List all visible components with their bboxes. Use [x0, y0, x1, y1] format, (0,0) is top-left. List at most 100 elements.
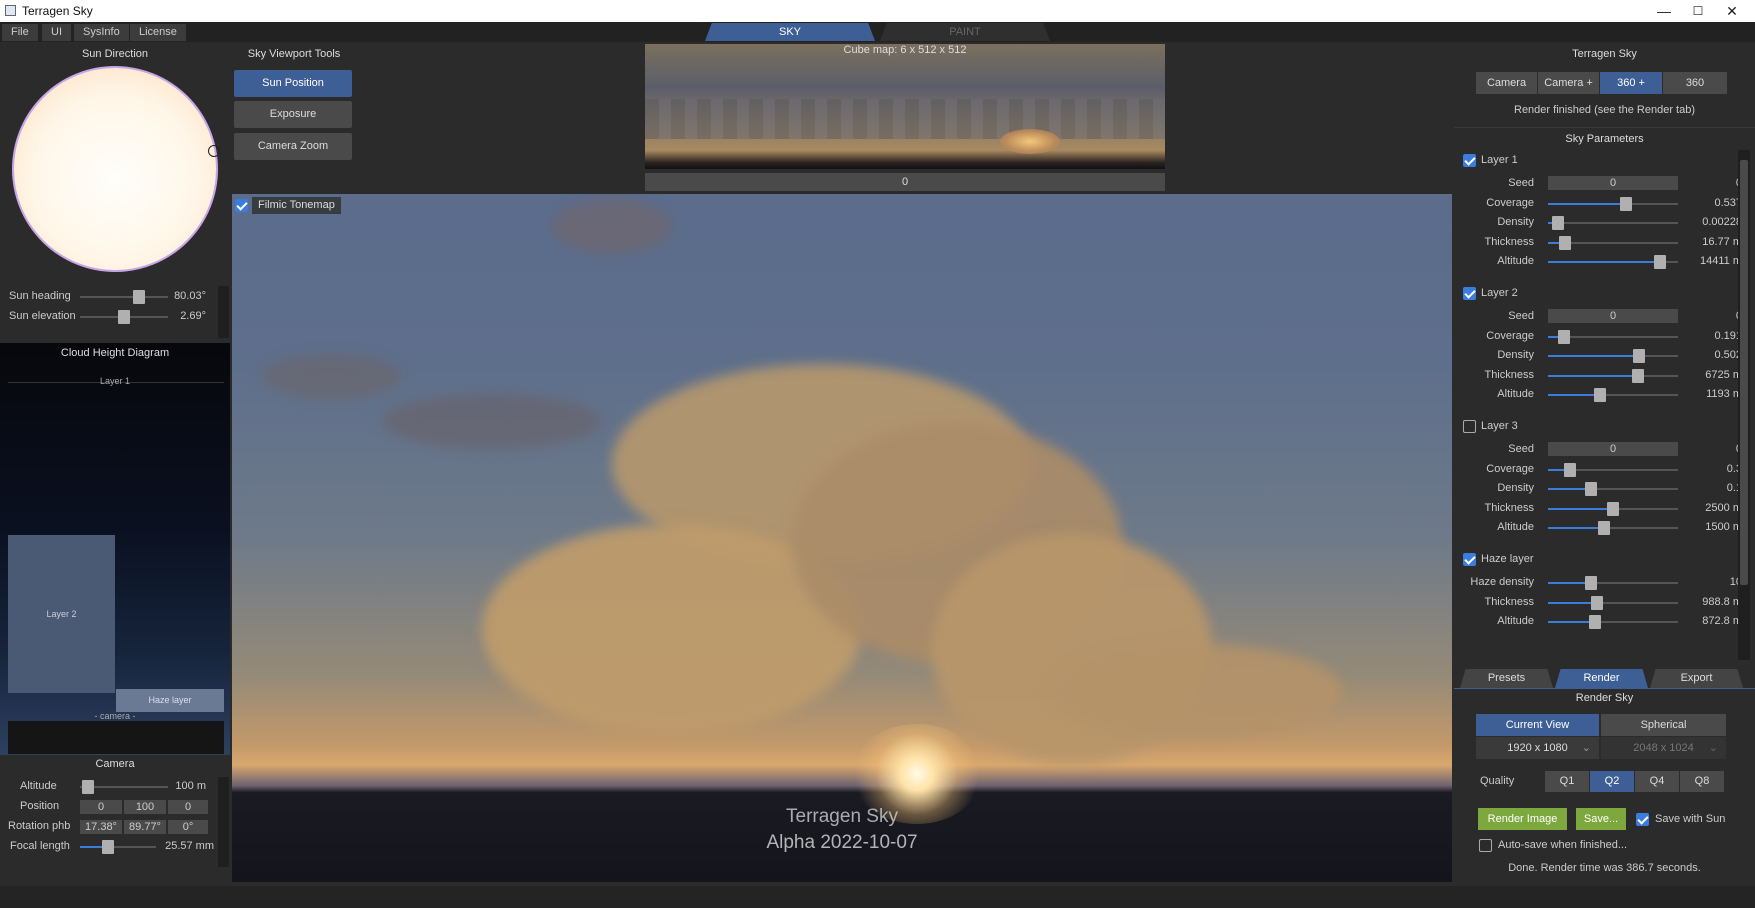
param-label: Density: [1497, 349, 1534, 362]
chevron-down-icon: ⌄: [1708, 742, 1718, 754]
layer-enable-checkbox[interactable]: [1463, 154, 1476, 167]
focal-length-thumb[interactable]: [102, 840, 114, 854]
watermark-line2: Alpha 2022-10-07: [766, 832, 918, 853]
camera-rotation-b[interactable]: 0°: [168, 820, 208, 834]
menu-file[interactable]: File: [2, 24, 39, 41]
camera-altitude-slider[interactable]: [80, 780, 168, 794]
render-done-text: Done. Render time was 386.7 seconds.: [1508, 862, 1701, 874]
param-slider[interactable]: [1548, 462, 1678, 477]
param-slider[interactable]: [1548, 576, 1678, 590]
param-slider-thumb[interactable]: [1552, 216, 1564, 231]
param-slider-thumb[interactable]: [1594, 388, 1606, 403]
param-slider-thumb[interactable]: [1559, 235, 1571, 250]
resolution-spherical-select[interactable]: 2048 x 1024 ⌄: [1601, 737, 1726, 759]
exposure-button[interactable]: Exposure: [234, 101, 352, 128]
param-slider[interactable]: [1548, 329, 1678, 344]
current-view-button[interactable]: Current View: [1476, 714, 1600, 736]
filmic-tonemap-checkbox[interactable]: [235, 199, 248, 212]
layer-enable-checkbox[interactable]: [1463, 553, 1476, 566]
param-slider-thumb[interactable]: [1585, 576, 1597, 590]
render-image-button[interactable]: Render Image: [1478, 808, 1567, 830]
param-slider[interactable]: [1548, 216, 1678, 231]
quality-q8-button[interactable]: Q8: [1680, 771, 1724, 792]
layer-enable-checkbox[interactable]: [1463, 420, 1476, 433]
camera-position-z[interactable]: 0: [168, 800, 208, 814]
param-slider[interactable]: [1548, 235, 1678, 250]
camera-position-x[interactable]: 0: [80, 800, 122, 814]
param-slider-thumb[interactable]: [1585, 482, 1597, 497]
autosave-checkbox[interactable]: [1479, 839, 1492, 852]
param-slider[interactable]: [1548, 501, 1678, 516]
quality-q1-button[interactable]: Q1: [1545, 771, 1589, 792]
cubemap-bar[interactable]: 0: [645, 173, 1165, 191]
param-slider-thumb[interactable]: [1598, 521, 1610, 536]
seed-field[interactable]: 0: [1548, 442, 1678, 456]
sky-params-scrollbar[interactable]: [1738, 150, 1750, 660]
layer-enable-checkbox[interactable]: [1463, 287, 1476, 300]
close-button[interactable]: ✕: [1709, 0, 1755, 22]
param-row: Thickness 2500 m: [1454, 499, 1744, 518]
sky-params-scroll-thumb[interactable]: [1740, 160, 1748, 585]
layer-name: Layer 2: [1481, 287, 1518, 299]
param-slider[interactable]: [1548, 196, 1678, 211]
param-slider-thumb[interactable]: [1633, 349, 1645, 364]
param-slider[interactable]: [1548, 615, 1678, 630]
tab-presets[interactable]: Presets: [1460, 669, 1553, 688]
seed-field[interactable]: 0: [1548, 309, 1678, 323]
sun-heading-slider[interactable]: [80, 290, 168, 304]
camera-panel-scrollbar[interactable]: [218, 777, 229, 867]
menu-license[interactable]: License: [130, 24, 187, 41]
param-slider-thumb[interactable]: [1558, 329, 1570, 344]
tab-sky[interactable]: SKY: [705, 23, 875, 41]
mode-camera-button[interactable]: Camera: [1476, 72, 1538, 94]
param-slider[interactable]: [1548, 388, 1678, 403]
param-slider[interactable]: [1548, 255, 1678, 270]
tab-paint[interactable]: PAINT: [880, 23, 1050, 41]
param-row: Coverage 0.537: [1454, 194, 1744, 213]
sun-direction-disc[interactable]: [12, 66, 218, 272]
camera-rotation-h[interactable]: 89.77°: [124, 820, 166, 834]
spherical-button[interactable]: Spherical: [1601, 714, 1726, 736]
quality-q4-button[interactable]: Q4: [1635, 771, 1679, 792]
save-with-sun-checkbox[interactable]: [1636, 813, 1649, 826]
resolution-current-select[interactable]: 1920 x 1080 ⌄: [1476, 737, 1600, 759]
sky-viewport[interactable]: Terragen Sky Alpha 2022-10-07: [232, 194, 1452, 882]
param-slider-thumb[interactable]: [1607, 501, 1619, 516]
camera-rotation-p[interactable]: 17.38°: [80, 820, 122, 834]
param-slider[interactable]: [1548, 482, 1678, 497]
param-slider-thumb[interactable]: [1564, 462, 1576, 477]
param-slider[interactable]: [1548, 349, 1678, 364]
param-value: 0.1: [1726, 482, 1742, 495]
save-button[interactable]: Save...: [1576, 808, 1626, 830]
param-slider[interactable]: [1548, 521, 1678, 536]
mode-360-plus-button[interactable]: 360 +: [1600, 72, 1663, 94]
sun-position-button[interactable]: Sun Position: [234, 70, 352, 97]
sun-heading-thumb[interactable]: [133, 290, 145, 304]
camera-position-y[interactable]: 100: [124, 800, 166, 814]
tab-export[interactable]: Export: [1650, 669, 1743, 688]
seed-field[interactable]: 0: [1548, 176, 1678, 190]
param-slider-thumb[interactable]: [1589, 615, 1601, 630]
menu-ui[interactable]: UI: [42, 24, 72, 41]
param-slider-thumb[interactable]: [1620, 196, 1632, 211]
sky-parameters-title: Sky Parameters: [1565, 133, 1644, 145]
sun-elevation-slider[interactable]: [80, 310, 168, 324]
camera-altitude-thumb[interactable]: [82, 780, 94, 794]
mode-360-button[interactable]: 360: [1663, 72, 1727, 94]
sun-marker-handle[interactable]: [208, 145, 220, 157]
tab-render[interactable]: Render: [1555, 669, 1648, 688]
camera-zoom-button[interactable]: Camera Zoom: [234, 133, 352, 160]
quality-q2-button[interactable]: Q2: [1590, 771, 1634, 792]
sun-elevation-thumb[interactable]: [118, 310, 130, 324]
param-slider[interactable]: [1548, 595, 1678, 610]
param-slider-fill: [1548, 374, 1638, 377]
param-slider-thumb[interactable]: [1654, 255, 1666, 270]
cubemap-preview[interactable]: [645, 44, 1165, 169]
param-slider-thumb[interactable]: [1591, 595, 1603, 610]
param-slider-thumb[interactable]: [1632, 368, 1644, 383]
mode-camera-plus-button[interactable]: Camera +: [1538, 72, 1600, 94]
menu-sysinfo[interactable]: SysInfo: [74, 24, 130, 41]
param-slider[interactable]: [1548, 368, 1678, 383]
focal-length-slider[interactable]: [80, 840, 156, 854]
sun-panel-scrollbar[interactable]: [218, 286, 229, 338]
